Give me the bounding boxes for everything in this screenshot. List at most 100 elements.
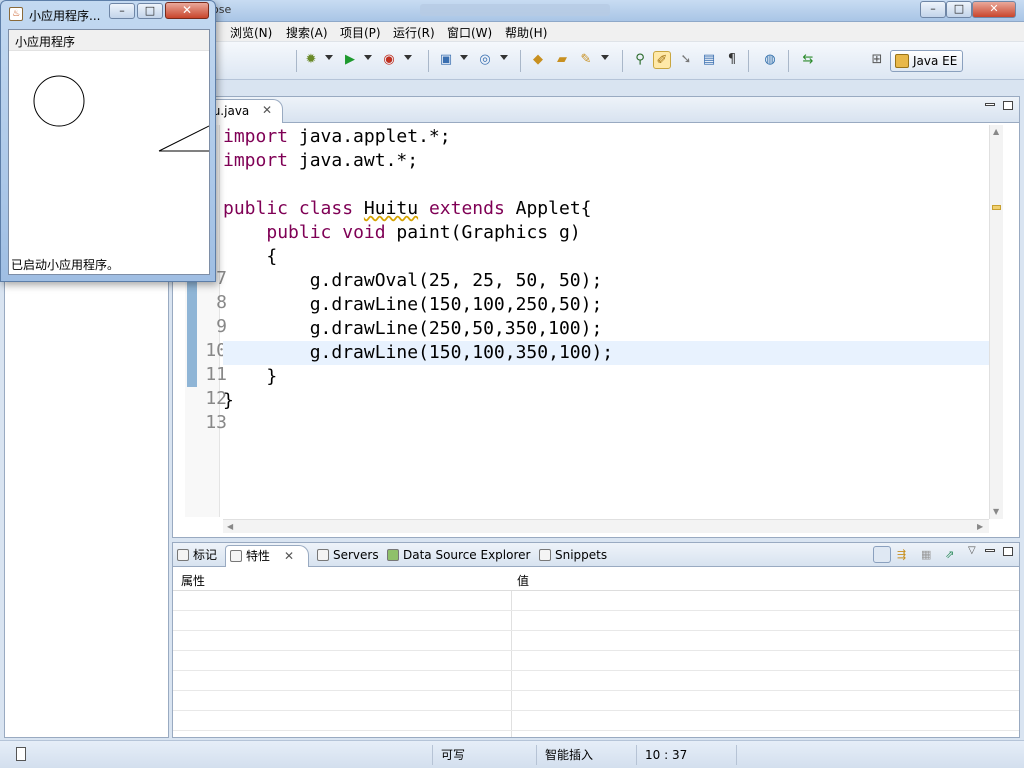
title-blur xyxy=(420,4,610,16)
tab-data-source-explorer[interactable]: Data Source Explorer xyxy=(383,545,531,567)
minimize-icon[interactable] xyxy=(985,549,995,552)
view-menu-icon[interactable]: ▽ xyxy=(968,545,976,556)
search-icon[interactable]: ⚲ xyxy=(631,51,649,69)
code-line: g.drawOval(25, 25, 50, 50); xyxy=(223,270,603,291)
chevron-down-icon[interactable] xyxy=(460,55,468,60)
tab-servers[interactable]: Servers xyxy=(313,545,381,567)
open-type-icon[interactable]: ◆ xyxy=(529,51,547,69)
applet-minimize-button[interactable]: – xyxy=(109,3,135,19)
java-ee-perspective-button[interactable]: Java EE xyxy=(890,50,963,72)
markers-icon xyxy=(177,549,189,561)
navigate-back-icon[interactable]: ⇆ xyxy=(799,51,817,69)
applet-maximize-button[interactable]: □ xyxy=(137,3,163,19)
new-server-icon[interactable]: ▣ xyxy=(437,51,455,69)
close-icon[interactable]: ✕ xyxy=(262,103,272,117)
open-perspective-icon[interactable]: ⊞ xyxy=(868,51,886,69)
tab-label: Data Source Explorer xyxy=(403,548,531,562)
perspective-label: Java EE xyxy=(913,54,958,68)
minimize-icon[interactable] xyxy=(985,103,995,106)
column-value[interactable]: 值 xyxy=(517,572,529,589)
applet-status-text: 已启动小应用程序。 xyxy=(11,258,120,272)
categories-icon[interactable] xyxy=(873,546,891,563)
eclipse-close-button[interactable]: ✕ xyxy=(972,1,1016,18)
menu-window[interactable]: 窗口(W) xyxy=(447,24,492,41)
current-code-line: g.drawLine(150,100,350,100); xyxy=(223,341,989,365)
properties-panel: 标记 特性 ✕ Servers Data Source Explorer Sni… xyxy=(172,542,1020,738)
show-whitespace-icon[interactable]: ¶ xyxy=(723,51,741,69)
toolbar-separator xyxy=(788,50,789,72)
chevron-down-icon[interactable] xyxy=(364,55,372,60)
web-service-icon[interactable]: ◎ xyxy=(476,51,494,69)
table-row xyxy=(173,651,1019,671)
tab-properties[interactable]: 特性 ✕ xyxy=(225,545,309,567)
chevron-down-icon[interactable] xyxy=(500,55,508,60)
applet-drawing-canvas xyxy=(33,75,209,152)
column-property[interactable]: 属性 xyxy=(181,572,205,589)
open-folder-icon[interactable]: ▰ xyxy=(553,51,571,69)
chevron-down-icon[interactable] xyxy=(601,55,609,60)
code-line: g.drawLine(250,50,350,100); xyxy=(223,318,603,339)
vertical-scrollbar[interactable]: ▲ ▼ xyxy=(989,125,1003,519)
menu-help[interactable]: 帮助(H) xyxy=(505,24,547,41)
debug-icon[interactable]: ✹ xyxy=(302,51,320,69)
toggle-block-icon[interactable]: ▤ xyxy=(700,51,718,69)
status-divider xyxy=(736,745,756,765)
chevron-down-icon[interactable] xyxy=(325,55,333,60)
highlighter-icon[interactable]: ✐ xyxy=(653,51,671,69)
fast-view-icon[interactable] xyxy=(16,747,26,761)
filter-icon[interactable]: ▦ xyxy=(921,548,935,561)
status-bar: 可写 智能插入 10 : 37 xyxy=(0,740,1024,768)
tab-snippets[interactable]: Snippets xyxy=(535,545,611,567)
code-line: import java.applet.*; xyxy=(223,126,451,147)
eclipse-minimize-button[interactable]: – xyxy=(920,1,946,18)
run-icon[interactable]: ▶ xyxy=(341,51,359,69)
status-cursor-position: 10 : 37 xyxy=(636,745,736,765)
maximize-icon[interactable] xyxy=(1003,547,1013,556)
chevron-down-icon[interactable] xyxy=(404,55,412,60)
table-row xyxy=(173,611,1019,631)
tab-label: Snippets xyxy=(555,548,608,562)
advanced-icon[interactable]: ⇶ xyxy=(897,548,911,561)
scroll-left-icon[interactable]: ◀ xyxy=(227,522,233,531)
code-text[interactable]: import java.applet.*; import java.awt.*;… xyxy=(223,125,989,519)
applet-close-button[interactable]: ✕ xyxy=(165,2,209,19)
applet-menu[interactable]: 小应用程序 xyxy=(15,33,75,50)
tab-label: 标记 xyxy=(193,548,218,562)
scroll-right-icon[interactable]: ▶ xyxy=(977,522,983,531)
table-row xyxy=(173,691,1019,711)
scroll-down-icon[interactable]: ▼ xyxy=(993,507,999,516)
close-icon[interactable]: ✕ xyxy=(284,546,294,566)
database-icon xyxy=(387,549,399,561)
horizontal-scrollbar[interactable]: ◀ ▶ xyxy=(223,519,989,533)
snippets-icon xyxy=(539,549,551,561)
eclipse-maximize-button[interactable]: □ xyxy=(946,1,972,18)
pencil-icon[interactable]: ✎ xyxy=(577,51,595,69)
table-row xyxy=(173,591,1019,611)
maximize-icon[interactable] xyxy=(1003,101,1013,110)
menu-browse[interactable]: 浏览(N) xyxy=(230,24,272,41)
properties-table-header: 属性 值 xyxy=(173,569,1019,591)
menu-project[interactable]: 项目(P) xyxy=(340,24,381,41)
java-cup-icon: ♨ xyxy=(9,7,23,21)
scroll-up-icon[interactable]: ▲ xyxy=(993,127,999,136)
code-line: } xyxy=(223,366,278,387)
applet-client-area: 小应用程序 已启动小应用程序。 xyxy=(8,29,210,275)
pin-icon[interactable]: ⇗ xyxy=(945,548,959,561)
menu-search[interactable]: 搜索(A) xyxy=(286,24,328,41)
globe-icon[interactable]: ◍ xyxy=(761,51,779,69)
code-line: } xyxy=(223,390,234,411)
drawn-line xyxy=(158,125,209,152)
code-line: { xyxy=(223,246,278,267)
overview-marker[interactable] xyxy=(992,205,1001,210)
code-editor[interactable]: tu.java ✕ 7 8 9 10 11 12 13 import java.… xyxy=(172,96,1020,538)
menu-run[interactable]: 运行(R) xyxy=(393,24,435,41)
tab-markers[interactable]: 标记 xyxy=(173,545,225,567)
toolbar-separator xyxy=(296,50,297,72)
external-tools-icon[interactable]: ◉ xyxy=(380,51,398,69)
table-row xyxy=(173,711,1019,731)
status-writable: 可写 xyxy=(432,745,536,765)
applet-viewer-window[interactable]: ♨ 小应用程序... – □ ✕ 小应用程序 已启动小应用程序。 xyxy=(0,0,216,282)
next-annotation-icon[interactable]: ➘ xyxy=(677,51,695,69)
code-line: public void paint(Graphics g) xyxy=(266,222,581,243)
